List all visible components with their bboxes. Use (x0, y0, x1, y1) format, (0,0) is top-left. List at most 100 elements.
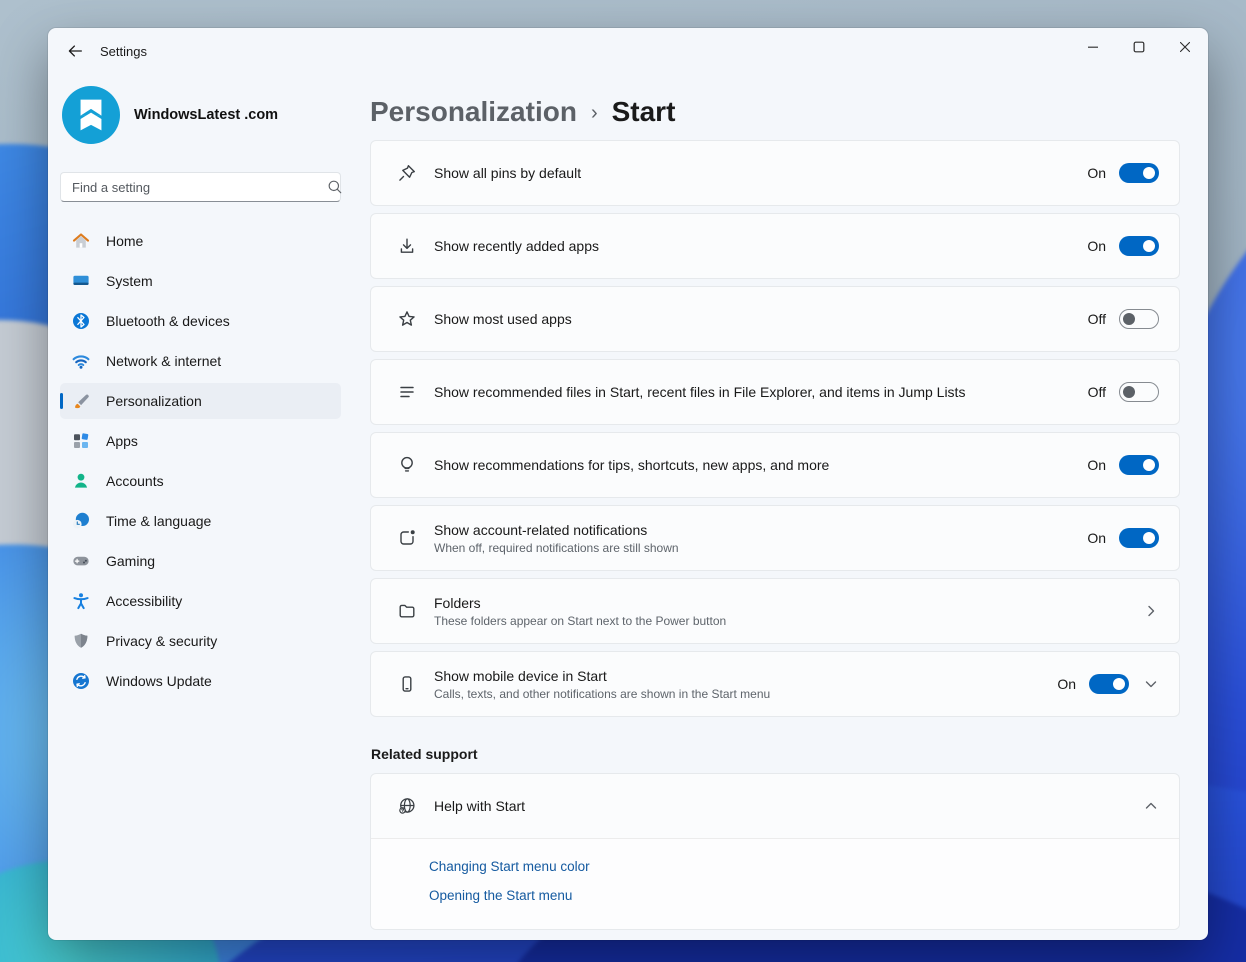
settings-window: Settings WindowsLatest .com Home (48, 28, 1208, 940)
setting-control: Off (1088, 382, 1159, 402)
sidebar-item-label: Gaming (106, 553, 155, 569)
toggle-knob (1143, 240, 1155, 252)
sidebar-item-network-internet[interactable]: Network & internet (60, 343, 341, 379)
close-button[interactable] (1162, 28, 1208, 66)
toggle-switch[interactable] (1119, 455, 1159, 475)
accessibility-icon (71, 591, 91, 611)
settings-list: Show all pins by default On Show recentl… (370, 140, 1180, 717)
toggle-knob (1113, 678, 1125, 690)
pin-icon (397, 163, 417, 183)
chevron-down-icon[interactable] (1143, 676, 1159, 692)
sidebar-item-personalization[interactable]: Personalization (60, 383, 341, 419)
gaming-icon (71, 551, 91, 571)
page-title: Start (612, 96, 676, 128)
breadcrumb-separator: › (591, 100, 598, 125)
globe-help-icon (397, 796, 417, 816)
toggle-switch[interactable] (1119, 382, 1159, 402)
toggle-knob (1123, 386, 1135, 398)
sidebar-item-accessibility[interactable]: Accessibility (60, 583, 341, 619)
sidebar-item-apps[interactable]: Apps (60, 423, 341, 459)
sidebar-item-label: Time & language (106, 513, 211, 529)
help-card: Help with Start Changing Start menu colo… (370, 773, 1180, 930)
setting-title: Show recently added apps (434, 238, 1087, 254)
setting-title: Show recommendations for tips, shortcuts… (434, 457, 1087, 473)
setting-title: Show recommended files in Start, recent … (434, 384, 1088, 400)
maximize-button[interactable] (1116, 28, 1162, 66)
sidebar-item-label: Network & internet (106, 353, 221, 369)
setting-subtitle: These folders appear on Start next to th… (434, 614, 1143, 628)
setting-control (1143, 603, 1159, 619)
settings-row-show-account-notifications[interactable]: Show account-related notifications When … (370, 505, 1180, 571)
related-support-heading: Related support (371, 746, 1180, 762)
setting-control: On (1057, 674, 1159, 694)
time-language-icon (71, 511, 91, 531)
toggle-state-label: On (1087, 238, 1106, 254)
setting-subtitle: Calls, texts, and other notifications ar… (434, 687, 1057, 701)
apps-icon (71, 431, 91, 451)
chevron-right-icon[interactable] (1143, 603, 1159, 619)
sidebar-item-label: Accessibility (106, 593, 182, 609)
bluetooth-icon (71, 311, 91, 331)
toggle-knob (1143, 459, 1155, 471)
sidebar-item-label: Personalization (106, 393, 202, 409)
sidebar-item-system[interactable]: System (60, 263, 341, 299)
back-button[interactable] (58, 36, 92, 66)
toggle-switch[interactable] (1089, 674, 1129, 694)
search-input[interactable] (60, 172, 341, 202)
setting-title: Show account-related notifications (434, 522, 1087, 538)
sidebar-item-gaming[interactable]: Gaming (60, 543, 341, 579)
sidebar-item-time-language[interactable]: Time & language (60, 503, 341, 539)
settings-row-show-most-used[interactable]: Show most used apps Off (370, 286, 1180, 352)
settings-row-show-all-pins[interactable]: Show all pins by default On (370, 140, 1180, 206)
help-link[interactable]: Opening the Start menu (429, 881, 1179, 910)
selected-indicator (60, 393, 63, 409)
toggle-state-label: On (1057, 676, 1076, 692)
settings-row-show-recommended-files[interactable]: Show recommended files in Start, recent … (370, 359, 1180, 425)
sidebar-item-windows-update[interactable]: Windows Update (60, 663, 341, 699)
toggle-switch[interactable] (1119, 236, 1159, 256)
setting-title: Show all pins by default (434, 165, 1087, 181)
sidebar-item-bluetooth-devices[interactable]: Bluetooth & devices (60, 303, 341, 339)
sidebar-item-label: Home (106, 233, 143, 249)
account-notification-icon (397, 528, 417, 548)
toggle-knob (1143, 167, 1155, 179)
toggle-knob (1143, 532, 1155, 544)
minimize-button[interactable] (1070, 28, 1116, 66)
settings-row-show-recommendations[interactable]: Show recommendations for tips, shortcuts… (370, 432, 1180, 498)
lightbulb-icon (397, 455, 417, 475)
help-link[interactable]: Changing Start menu color (429, 852, 1179, 881)
sidebar-nav: Home System Bluetooth & devices Network … (60, 223, 353, 699)
toggle-state-label: On (1087, 457, 1106, 473)
toggle-switch[interactable] (1119, 163, 1159, 183)
list-lines-icon (397, 382, 417, 402)
setting-control: Off (1088, 309, 1159, 329)
toggle-switch[interactable] (1119, 528, 1159, 548)
sidebar-item-home[interactable]: Home (60, 223, 341, 259)
toggle-state-label: On (1087, 165, 1106, 181)
sidebar-item-privacy-security[interactable]: Privacy & security (60, 623, 341, 659)
setting-title: Show most used apps (434, 311, 1088, 327)
breadcrumb-personalization[interactable]: Personalization (370, 96, 577, 128)
user-profile[interactable]: WindowsLatest .com (60, 84, 353, 146)
settings-row-show-mobile-device[interactable]: Show mobile device in Start Calls, texts… (370, 651, 1180, 717)
settings-row-folders[interactable]: Folders These folders appear on Start ne… (370, 578, 1180, 644)
search-box (60, 172, 353, 202)
main-content: Personalization › Start Show all pins by… (370, 84, 1180, 930)
search-icon (326, 178, 344, 196)
settings-row-show-recently-added[interactable]: Show recently added apps On (370, 213, 1180, 279)
sidebar-item-label: System (106, 273, 153, 289)
sidebar-item-accounts[interactable]: Accounts (60, 463, 341, 499)
toggle-state-label: On (1087, 530, 1106, 546)
user-name: WindowsLatest .com (134, 107, 278, 123)
system-icon (71, 271, 91, 291)
toggle-switch[interactable] (1119, 309, 1159, 329)
home-icon (71, 231, 91, 251)
setting-subtitle: When off, required notifications are sti… (434, 541, 1087, 555)
chevron-up-icon[interactable] (1143, 798, 1159, 814)
maximize-icon (1131, 39, 1147, 55)
help-with-start-row[interactable]: Help with Start (371, 774, 1179, 838)
setting-control: On (1087, 528, 1159, 548)
download-icon (397, 236, 417, 256)
window-title: Settings (100, 44, 147, 59)
windows-update-icon (71, 671, 91, 691)
